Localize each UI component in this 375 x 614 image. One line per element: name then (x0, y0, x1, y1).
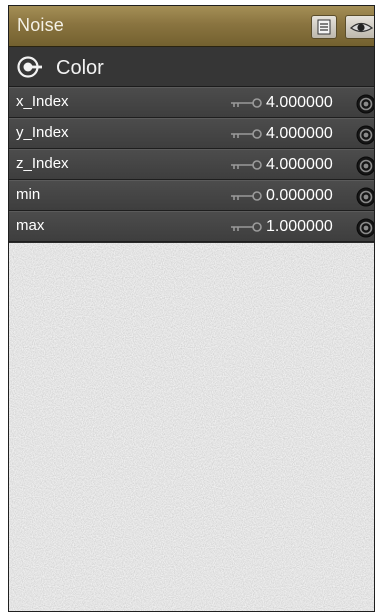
list-button[interactable] (311, 15, 337, 39)
eye-button[interactable] (345, 15, 374, 39)
param-value[interactable]: 0.000000 (266, 187, 333, 205)
list-icon (317, 19, 331, 35)
key-icon[interactable] (230, 221, 262, 233)
parameter-list: x_Index 4.000000 y_Index 4.000000 z_Inde… (9, 87, 374, 242)
param-value[interactable]: 4.000000 (266, 156, 333, 174)
title-bar[interactable]: Noise (9, 6, 374, 47)
param-row-min[interactable]: min 0.000000 (9, 180, 374, 211)
param-row-z-index[interactable]: z_Index 4.000000 (9, 149, 374, 180)
node-title: Noise (17, 15, 65, 35)
port-icon[interactable] (356, 125, 375, 145)
param-row-x-index[interactable]: x_Index 4.000000 (9, 87, 374, 118)
param-value[interactable]: 4.000000 (266, 125, 333, 143)
port-icon[interactable] (356, 218, 375, 238)
noise-preview-texture (9, 243, 374, 611)
param-row-max[interactable]: max 1.000000 (9, 211, 374, 242)
port-icon[interactable] (356, 187, 375, 207)
color-section-header[interactable]: Color (9, 47, 374, 87)
key-icon[interactable] (230, 159, 262, 171)
param-row-y-index[interactable]: y_Index 4.000000 (9, 118, 374, 149)
param-name: z_Index (16, 155, 69, 172)
key-icon[interactable] (230, 128, 262, 140)
key-icon[interactable] (230, 190, 262, 202)
param-name: max (16, 217, 45, 234)
param-value[interactable]: 1.000000 (266, 218, 333, 236)
section-label: Color (56, 57, 104, 79)
key-icon[interactable] (230, 97, 262, 109)
target-circle-icon (17, 56, 42, 78)
param-name: y_Index (16, 124, 69, 141)
noise-node-panel: Noise Color x_Index 4.000000 y_Index 4.0… (8, 5, 375, 612)
port-icon[interactable] (356, 94, 375, 114)
eye-icon (349, 22, 374, 33)
port-icon[interactable] (356, 156, 375, 176)
param-name: min (16, 186, 41, 203)
noise-preview (9, 242, 374, 611)
param-value[interactable]: 4.000000 (266, 94, 333, 112)
param-name: x_Index (16, 93, 69, 110)
